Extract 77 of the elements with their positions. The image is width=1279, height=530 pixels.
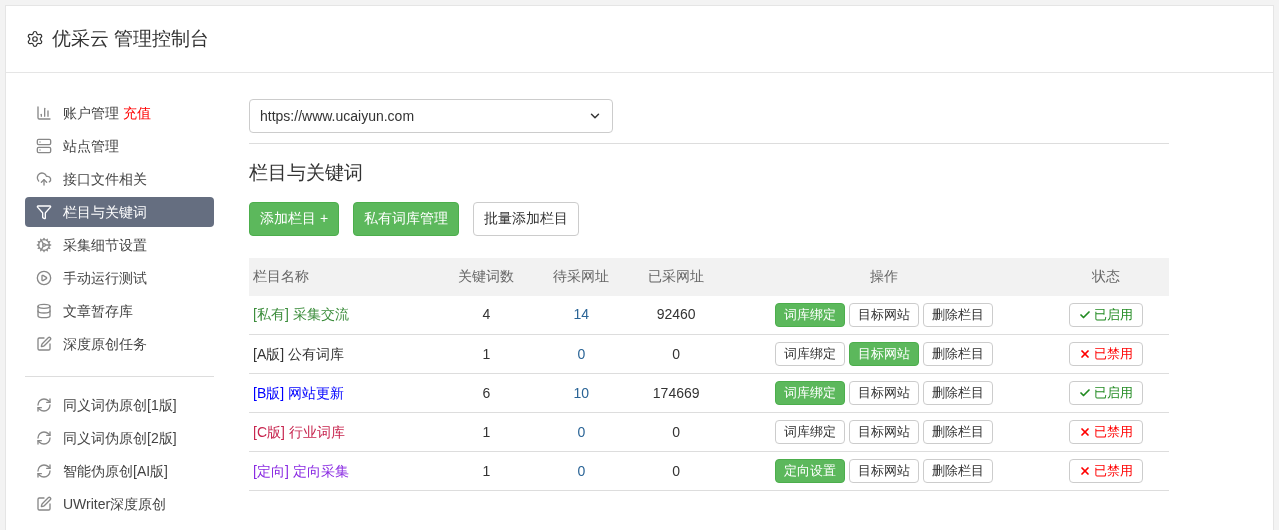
action-button[interactable]: 词库绑定	[774, 420, 845, 444]
database-icon	[36, 303, 52, 319]
edit-icon	[36, 496, 52, 512]
action-button[interactable]: 删除栏目	[922, 459, 993, 483]
column-header: 已采网址	[628, 257, 724, 296]
site-select[interactable]: https://www.ucaiyun.com	[249, 99, 613, 133]
table-cell: 6	[439, 373, 534, 413]
table-cell: [C版] 行业词库	[249, 412, 439, 452]
sidebar-item[interactable]: UWriter深度原创	[25, 489, 214, 519]
action-button[interactable]: 删除栏目	[922, 342, 993, 366]
settings-icon	[26, 30, 44, 48]
chart-icon	[36, 105, 52, 121]
recharge-link[interactable]: 充值	[123, 104, 151, 121]
filter-icon	[36, 204, 52, 220]
action-button[interactable]: 删除栏目	[922, 420, 993, 444]
server-icon	[36, 138, 52, 154]
sidebar-item[interactable]: 手动运行测试	[25, 263, 214, 293]
table-cell: 92460	[628, 295, 724, 335]
cloud-upload-icon	[36, 171, 52, 187]
refresh-icon	[36, 463, 52, 479]
status-button[interactable]: 已启用	[1069, 302, 1144, 327]
section-title: 栏目与关键词	[249, 161, 363, 185]
cross-icon	[1079, 465, 1092, 477]
table-cell: 174669	[628, 373, 724, 413]
check-icon	[1079, 387, 1092, 399]
refresh-icon	[36, 397, 52, 413]
status-button[interactable]: 已禁用	[1069, 342, 1144, 366]
action-button[interactable]: 删除栏目	[922, 302, 993, 327]
action-button[interactable]: 目标网站	[848, 381, 919, 405]
action-button[interactable]: 目标网站	[848, 420, 919, 444]
sidebar-item[interactable]: 站点管理	[25, 131, 214, 161]
sidebar-item[interactable]: 同义词伪原创[1版]	[25, 390, 214, 420]
table-cell: 4	[439, 295, 534, 335]
column-header: 待采网址	[533, 257, 629, 296]
sidebar-item[interactable]: 账户管理 充值	[25, 98, 214, 128]
play-icon	[36, 270, 52, 286]
table-cell: 0	[628, 412, 724, 452]
action-button[interactable]: 目标网站	[848, 459, 919, 483]
sidebar-item[interactable]: 智能伪原创[AI版]	[25, 456, 214, 486]
status-button[interactable]: 已启用	[1069, 381, 1144, 405]
sidebar-item[interactable]: 接口文件相关	[25, 164, 214, 194]
action-button[interactable]: 删除栏目	[922, 381, 993, 405]
table-cell: [私有] 采集交流	[249, 295, 439, 335]
status-button[interactable]: 已禁用	[1069, 459, 1144, 483]
column-header: 关键词数	[439, 257, 534, 296]
table-cell: [定向] 定向采集	[249, 451, 439, 491]
column-header: 操作	[723, 257, 1044, 296]
table-cell: [B版] 网站更新	[249, 373, 439, 413]
action-button[interactable]: 批量添加栏目	[473, 201, 580, 236]
action-button[interactable]: 词库绑定	[774, 342, 845, 366]
action-button[interactable]: 目标网站	[848, 302, 919, 327]
table-cell: 1	[439, 451, 534, 491]
check-icon	[1079, 308, 1092, 321]
table-cell: [A版] 公有词库	[249, 334, 439, 374]
refresh-icon	[36, 430, 52, 446]
table-cell: 0	[533, 451, 629, 491]
status-button[interactable]: 已禁用	[1069, 420, 1144, 444]
gears-icon	[36, 237, 52, 253]
sidebar-item[interactable]: 栏目与关键词	[25, 197, 214, 227]
cross-icon	[1079, 348, 1092, 360]
column-header: 状态	[1043, 257, 1169, 296]
sidebar-item[interactable]: 深度原创任务	[25, 329, 214, 359]
table-cell: 0	[628, 451, 724, 491]
table-cell: 1	[439, 412, 534, 452]
table-cell: 1	[439, 334, 534, 374]
table-cell: 0	[533, 334, 629, 374]
sidebar-item[interactable]: 同义词伪原创[2版]	[25, 423, 214, 453]
edit-icon	[36, 336, 52, 352]
column-header: 栏目名称	[249, 257, 439, 296]
table-cell: 14	[533, 295, 629, 335]
table-cell: 0	[533, 412, 629, 452]
cross-icon	[1079, 426, 1092, 438]
table-cell: 0	[628, 334, 724, 374]
table-cell: 10	[533, 373, 629, 413]
app-title: 优采云 管理控制台	[52, 26, 210, 51]
sidebar-item[interactable]: 文章暂存库	[25, 296, 214, 326]
sidebar-item[interactable]: 采集细节设置	[25, 230, 214, 260]
